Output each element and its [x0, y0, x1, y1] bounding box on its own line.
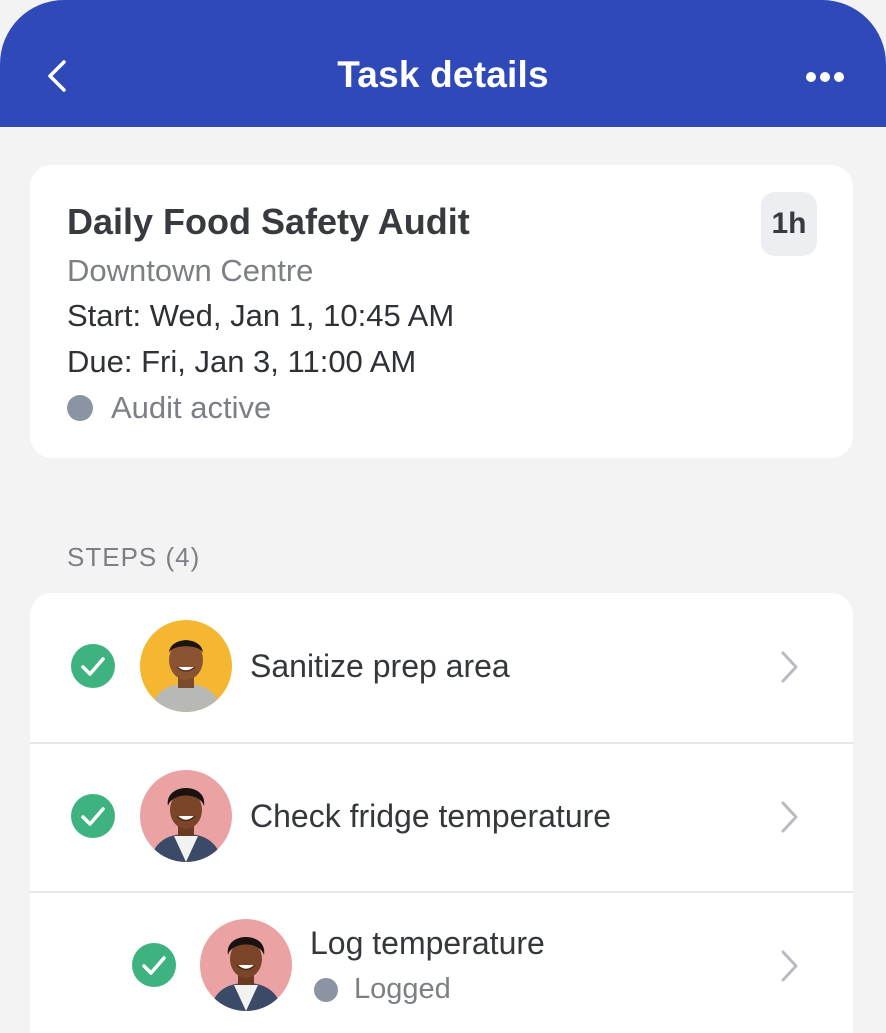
step-sub-status: Logged [314, 973, 451, 1006]
task-status: Audit active [67, 390, 271, 426]
chevron-right-icon [781, 651, 798, 683]
check-circle-icon [71, 794, 115, 838]
task-start-date: Start: Wed, Jan 1, 10:45 AM [67, 298, 455, 333]
task-location: Downtown Centre [67, 253, 314, 288]
duration-badge: 1h [761, 192, 817, 256]
chevron-right-icon [781, 801, 798, 833]
avatar [140, 620, 232, 712]
chevron-right-icon [781, 950, 798, 982]
step-row-log-temperature[interactable]: Log temperature Logged [30, 891, 853, 1033]
task-due-date: Due: Fri, Jan 3, 11:00 AM [67, 344, 417, 379]
step-label: Log temperature [310, 925, 545, 961]
status-dot-icon [314, 977, 338, 1002]
step-label: Sanitize prep area [250, 648, 510, 684]
status-dot-icon [67, 395, 93, 421]
more-horizontal-icon [806, 72, 844, 82]
page-title: Task details [337, 54, 549, 95]
step-row-sanitize-prep-area[interactable]: Sanitize prep area [30, 593, 853, 742]
task-status-label: Audit active [111, 390, 272, 425]
step-sub-status-label: Logged [354, 973, 451, 1005]
check-circle-icon [71, 644, 115, 688]
avatar [140, 770, 232, 862]
check-circle-icon [132, 943, 176, 987]
step-label: Check fridge temperature [250, 798, 612, 834]
more-button[interactable] [800, 60, 850, 94]
app-header: Task details [0, 0, 886, 127]
step-row-check-fridge-temperature[interactable]: Check fridge temperature [30, 742, 853, 893]
task-title: Daily Food Safety Audit [67, 201, 470, 242]
steps-heading: STEPS (4) [67, 542, 201, 572]
task-summary-card: Daily Food Safety Audit Downtown Centre … [30, 165, 853, 458]
avatar [200, 919, 292, 1011]
steps-list: Sanitize prep area Check fridge temperat… [30, 593, 853, 1033]
